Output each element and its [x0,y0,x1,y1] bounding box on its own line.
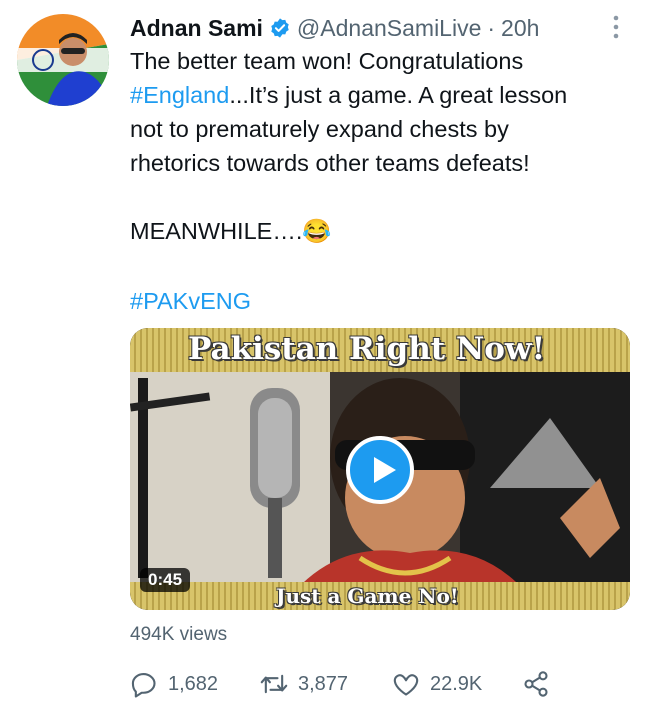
like-count: 22.9K [430,672,483,695]
header-separator: · [487,14,496,41]
video-player[interactable]: Pakistan Right Now! Just a Game No! 0:45 [130,328,630,610]
avatar-image [17,14,109,106]
tweet-actions: 1,682 3,877 22.9K [130,666,600,702]
retweet-icon [260,674,288,694]
tweet-text-meanwhile: MEANWHILE….😂 [130,214,332,248]
author-name[interactable]: Adnan Sami [130,15,263,42]
like-button[interactable]: 22.9K [392,666,482,702]
verified-badge-icon [269,17,291,39]
author-handle[interactable]: @AdnanSamiLive [297,15,481,42]
video-bottom-caption: Just a Game No! [276,584,459,608]
tweet-header: Adnan Sami @AdnanSamiLive · 20h [130,12,600,44]
tweet-text-line-3: not to prematurely expand chests by [130,116,509,142]
laughing-emoji-icon: 😂 [302,218,332,244]
tweet-text-line-2: #England...It’s just a game. A great les… [130,78,567,112]
tweet-text-line-1: The better team won! Congratulations [130,48,524,74]
view-count: 494K views [130,624,228,645]
hashtag-link[interactable]: #PAKvENG [130,284,251,318]
more-options-icon[interactable] [608,12,624,42]
reply-count: 1,682 [168,672,219,695]
tweet-text-segment: ...It’s just a game. A great lesson [229,82,568,108]
video-duration-badge: 0:45 [140,568,191,592]
reply-icon [131,673,156,698]
reply-button[interactable]: 1,682 [130,666,218,702]
meanwhile-text: MEANWHILE…. [130,218,303,244]
tweet-text-line-4: rhetorics towards other teams defeats! [130,150,530,176]
play-icon[interactable] [346,436,414,504]
hashtag-link[interactable]: #England [130,82,229,108]
retweet-button[interactable]: 3,877 [260,666,348,702]
like-icon [393,674,419,696]
share-icon [524,671,548,697]
video-top-caption: Pakistan Right Now! [188,331,546,367]
avatar[interactable] [17,14,109,106]
share-button[interactable] [522,666,560,702]
retweet-count: 3,877 [298,672,349,695]
tweet-timestamp[interactable]: 20h [501,15,539,42]
